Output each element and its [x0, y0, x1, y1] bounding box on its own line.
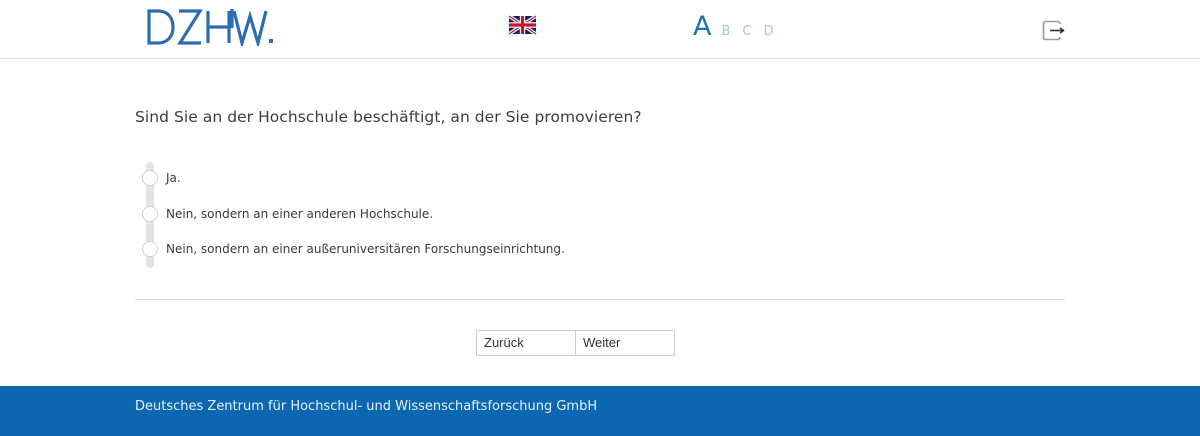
font-size-c[interactable]: C	[742, 17, 751, 47]
back-button[interactable]: Zurück	[476, 330, 576, 356]
uk-flag-icon[interactable]	[509, 15, 536, 35]
option-research-institute[interactable]: Nein, sondern an einer außeruniversitäre…	[142, 239, 662, 259]
option-ja[interactable]: Ja.	[142, 168, 662, 188]
option-label: Nein, sondern an einer außeruniversitäre…	[166, 242, 565, 256]
divider	[135, 299, 1065, 300]
footer-text: Deutsches Zentrum für Hochschul- und Wis…	[135, 399, 598, 414]
radio-button[interactable]	[142, 241, 158, 257]
option-label: Ja.	[166, 171, 181, 185]
font-size-b[interactable]: B	[721, 17, 730, 47]
next-button[interactable]: Weiter	[575, 330, 675, 356]
header: A B C D	[0, 0, 1200, 59]
answer-options: Ja. Nein, sondern an einer anderen Hochs…	[142, 160, 662, 270]
navigation-buttons: Zurück Weiter	[476, 330, 675, 356]
radio-button[interactable]	[142, 170, 158, 186]
font-size-d[interactable]: D	[763, 17, 773, 47]
radio-button[interactable]	[142, 206, 158, 222]
option-other-university[interactable]: Nein, sondern an einer anderen Hochschul…	[142, 204, 662, 224]
dzhw-logo[interactable]	[146, 6, 276, 46]
option-label: Nein, sondern an einer anderen Hochschul…	[166, 207, 434, 221]
logout-icon[interactable]	[1042, 20, 1066, 41]
footer: Deutsches Zentrum für Hochschul- und Wis…	[0, 386, 1200, 436]
question-text: Sind Sie an der Hochschule beschäftigt, …	[135, 108, 642, 126]
font-size-a[interactable]: A	[693, 12, 711, 42]
font-size-selector: A B C D	[693, 12, 786, 42]
